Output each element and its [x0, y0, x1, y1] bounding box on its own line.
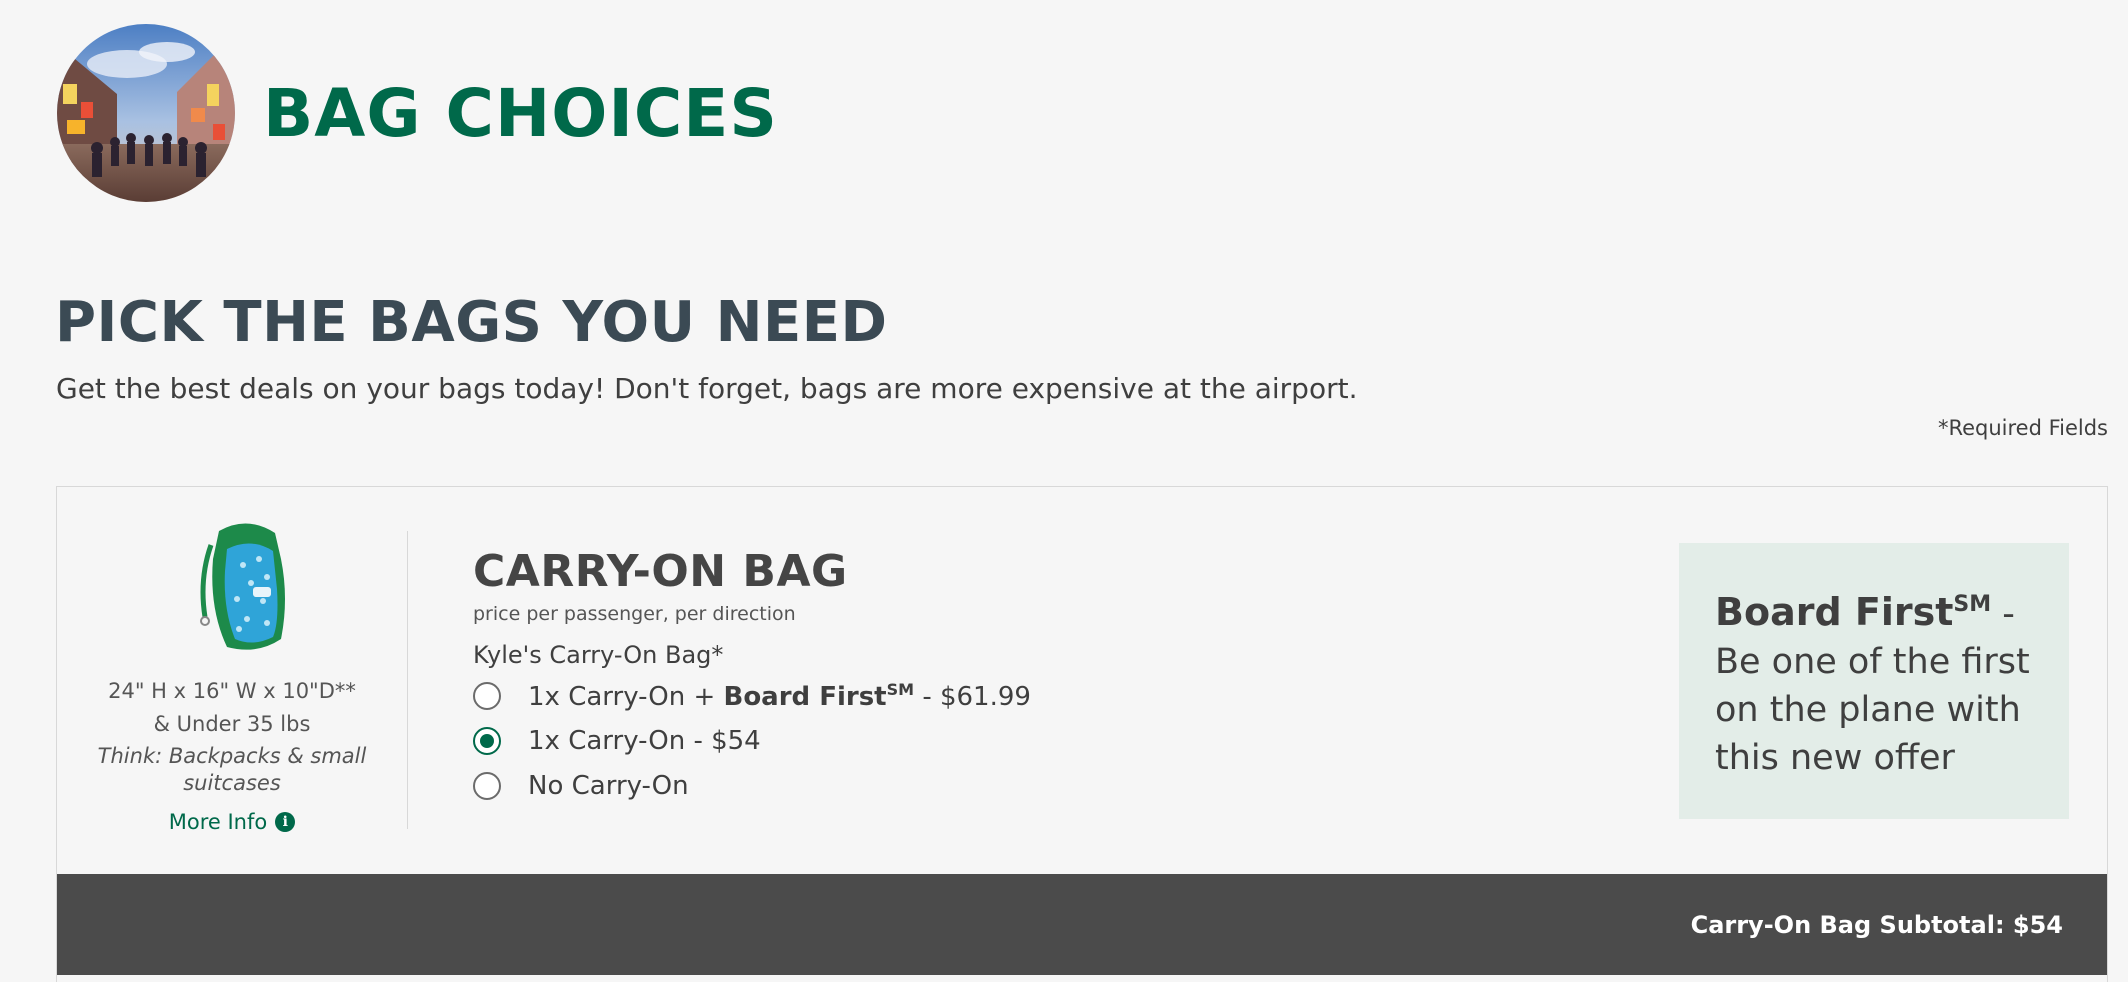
board-first-promo: Board FirstSM - Be one of the first on t…: [1679, 543, 2069, 819]
radio-button-selected[interactable]: [473, 726, 501, 755]
destination-avatar: [57, 24, 235, 202]
option-price: - $61.99: [914, 681, 1031, 712]
radio-button[interactable]: [473, 771, 501, 800]
street-scene-image: [57, 24, 235, 202]
price-note: price per passenger, per direction: [473, 603, 796, 625]
carry-on-radio-group: 1x Carry-On + Board FirstSM - $61.99 1x …: [473, 673, 1373, 808]
subtotal-text: Carry-On Bag Subtotal: $54: [1690, 910, 2063, 939]
more-info-link[interactable]: More Info i: [57, 810, 407, 834]
required-fields-note: *Required Fields: [1937, 416, 2108, 440]
bag-title: CARRY-ON BAG: [473, 546, 848, 597]
bag-dimensions: 24" H x 16" W x 10"D** & Under 35 lbs: [108, 679, 356, 736]
section-subheading: Get the best deals on your bags today! D…: [56, 372, 1358, 405]
backpack-icon: [200, 523, 285, 650]
info-icon: i: [275, 812, 296, 832]
page-title: BAG CHOICES: [263, 74, 778, 152]
option-label: 1x Carry-On - $54: [528, 725, 761, 756]
option-label: 1x Carry-On + Board FirstSM - $61.99: [528, 680, 1031, 712]
service-mark: SM: [886, 679, 915, 699]
option-carry-on-board-first[interactable]: 1x Carry-On + Board FirstSM - $61.99: [473, 673, 1373, 718]
more-info-label: More Info: [168, 810, 268, 834]
promo-service-mark: SM: [1953, 592, 1992, 617]
radio-button[interactable]: [473, 681, 501, 710]
section-heading: PICK THE BAGS YOU NEED: [55, 290, 888, 355]
passenger-label: Kyle's Carry-On Bag*: [473, 641, 724, 669]
vertical-divider: [407, 531, 408, 829]
bag-choices-page: BAG CHOICES PICK THE BAGS YOU NEED Get t…: [0, 0, 2128, 982]
subtotal-bar: Carry-On Bag Subtotal: $54: [57, 874, 2107, 975]
board-first-label: Board First: [723, 681, 887, 712]
option-carry-on[interactable]: 1x Carry-On - $54: [473, 718, 1373, 763]
option-label: No Carry-On: [528, 770, 689, 801]
option-text: 1x Carry-On +: [528, 681, 724, 712]
page-header: BAG CHOICES: [57, 24, 778, 202]
promo-title: Board First: [1715, 590, 1954, 634]
bag-info-panel: 24" H x 16" W x 10"D** & Under 35 lbs Th…: [57, 487, 407, 875]
bag-examples: Think: Backpacks & small suitcases: [97, 744, 367, 795]
option-no-carry-on[interactable]: No Carry-On: [473, 763, 1373, 808]
carry-on-options: CARRY-ON BAG price per passenger, per di…: [473, 547, 1373, 808]
carry-on-bag-card: 24" H x 16" W x 10"D** & Under 35 lbs Th…: [56, 486, 2108, 982]
